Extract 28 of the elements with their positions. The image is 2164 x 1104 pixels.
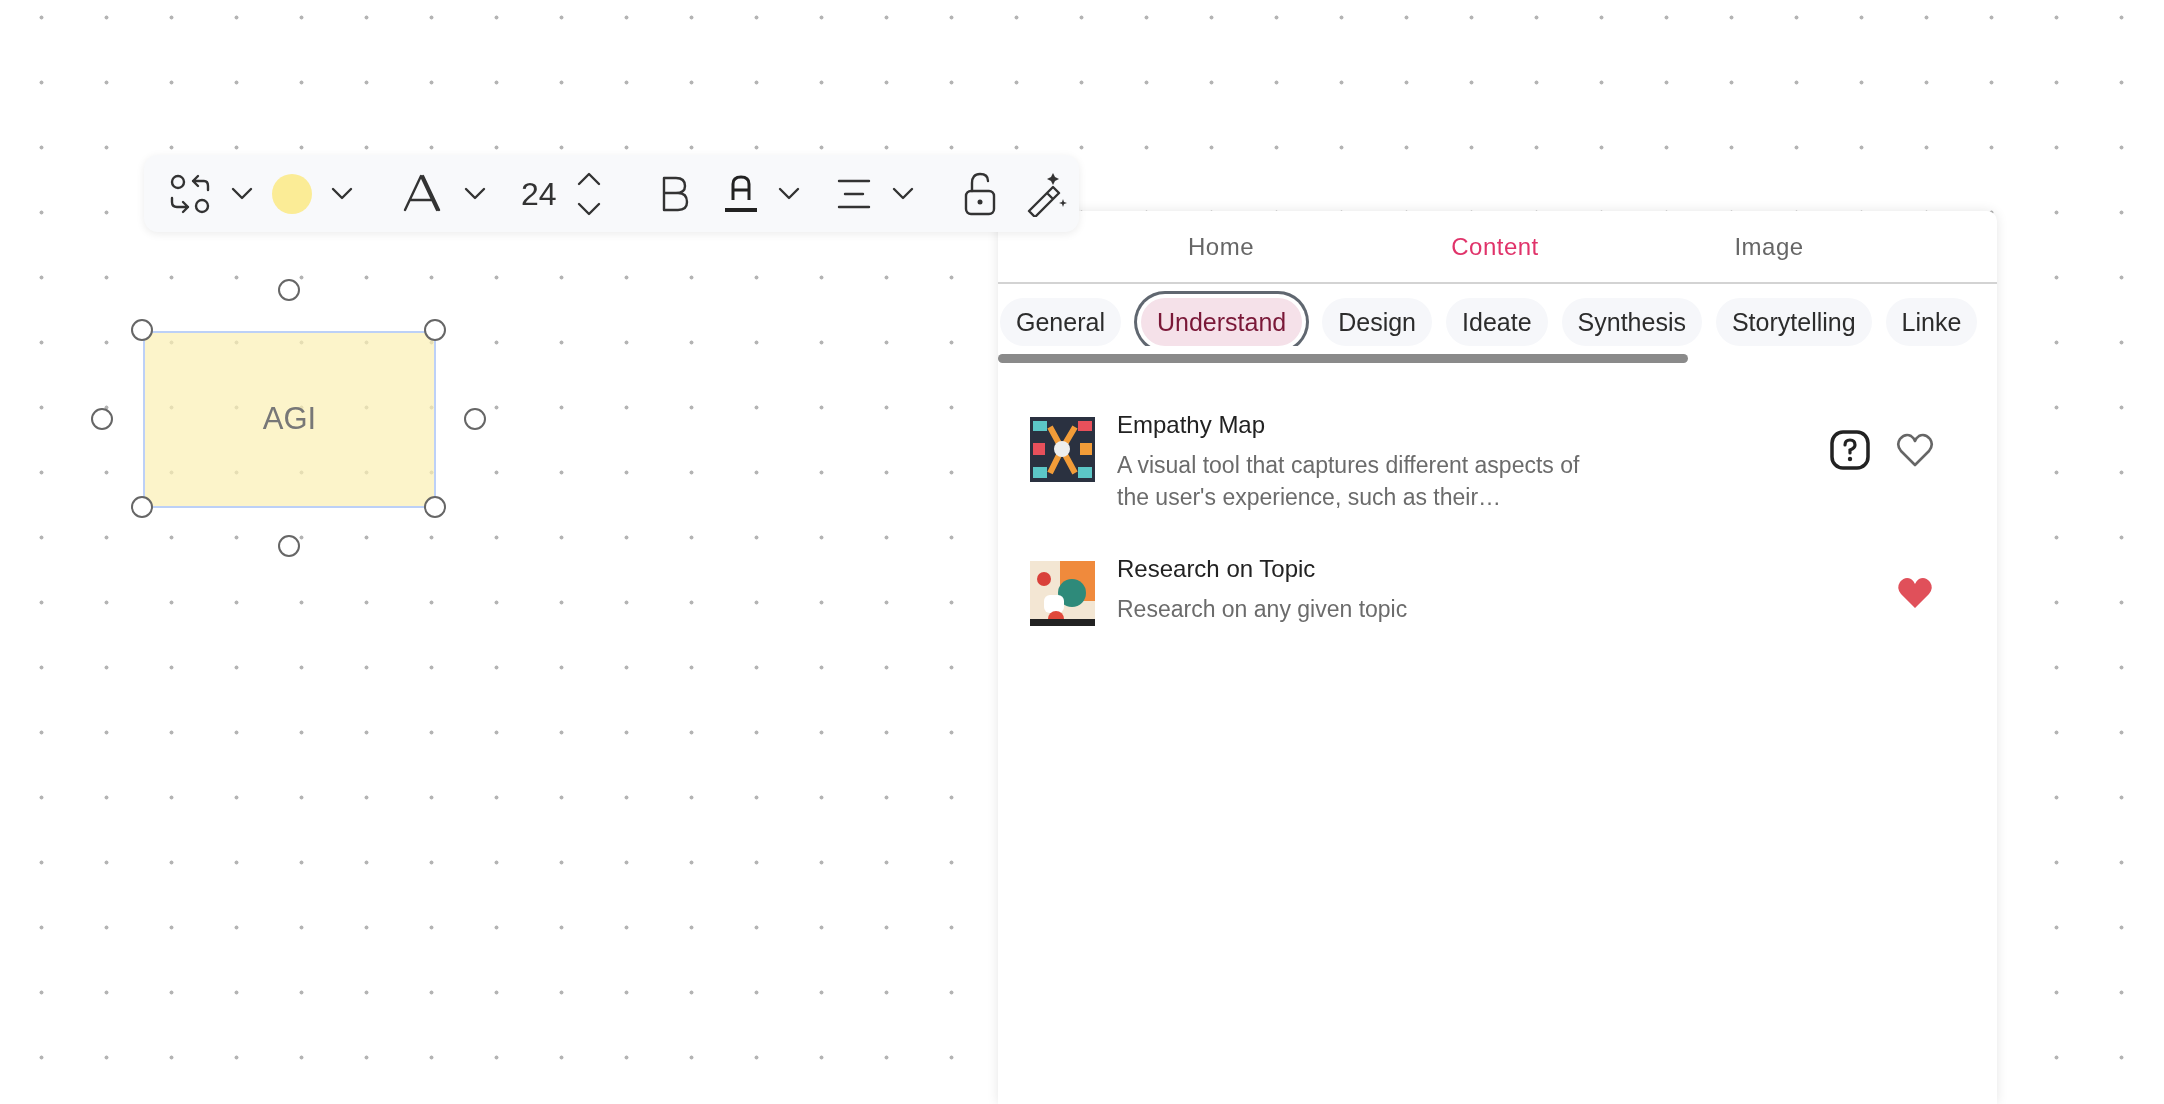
font-size-value: 24 [521,177,557,210]
category-chip[interactable]: Synthesis [1561,298,1702,346]
scrollbar[interactable] [998,354,1688,363]
resize-handle[interactable] [278,279,300,301]
category-chip[interactable]: Ideate [1446,298,1548,346]
thumbnail-drawing [1030,417,1095,482]
help-icon[interactable] [1829,429,1871,471]
sticky-note[interactable]: AGI [143,331,436,508]
template-description: A visual tool that captures different aspects of the user's experience, such as their… [1117,451,1581,512]
category-chip[interactable]: Design [1322,298,1433,346]
thumbnail-drawing [1030,561,1095,626]
resize-handle[interactable] [464,408,486,430]
resize-handle[interactable] [131,319,153,341]
resize-handle[interactable] [424,496,446,518]
template-description: Research on any given topic [1117,595,1409,624]
category-chip[interactable]: Storytelling [1715,298,1872,346]
resize-handle[interactable] [278,535,300,557]
panel-tab[interactable]: Content [1358,227,1632,266]
fill-color-swatch[interactable] [272,173,312,214]
panel-tab[interactable]: Home [1084,227,1358,266]
resize-handle[interactable] [91,408,113,430]
resize-handle[interactable] [131,496,153,518]
template-title[interactable]: Research on Topic [1117,551,1873,587]
category-chip[interactable]: Linke [1885,298,1978,346]
resize-handle[interactable] [424,319,446,341]
template-title[interactable]: Empathy Map [1117,407,1807,443]
panel-tab[interactable]: Image [1632,227,1906,266]
category-chip[interactable]: General [1000,298,1121,346]
